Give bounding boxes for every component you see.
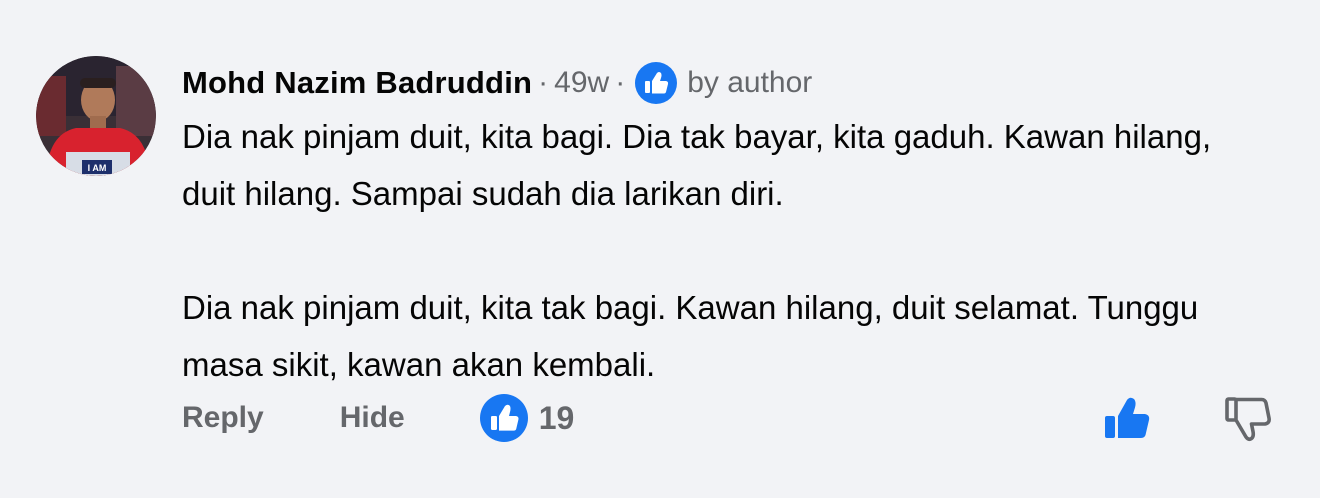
reply-button[interactable]: Reply [182, 401, 264, 435]
separator-dot: · [615, 66, 626, 99]
hide-button[interactable]: Hide [340, 401, 405, 435]
avatar-image: I AM [36, 56, 156, 176]
separator-dot: · [538, 66, 549, 99]
thumbs-down-icon[interactable] [1222, 392, 1276, 446]
author-name[interactable]: Mohd Nazim Badruddin [182, 65, 532, 101]
thumbs-up-icon[interactable] [1100, 392, 1154, 446]
comment-actions: Reply Hide 19 [182, 390, 574, 446]
comment: I AM Mohd Nazim Badruddin · 49w · by aut… [0, 0, 1320, 498]
avatar[interactable]: I AM [36, 56, 156, 176]
timestamp[interactable]: 49w [554, 66, 609, 100]
comment-header: Mohd Nazim Badruddin · 49w · by author [182, 58, 812, 108]
comment-body: Dia nak pinjam duit, kita bagi. Dia tak … [182, 108, 1242, 393]
reaction-count: 19 [538, 399, 575, 436]
reaction-summary[interactable]: 19 [479, 393, 575, 443]
avatar-banner-text: I AM [88, 163, 107, 173]
like-icon [635, 62, 678, 104]
like-reaction-icon [479, 394, 528, 442]
comment-paragraph: Dia nak pinjam duit, kita bagi. Dia tak … [182, 118, 1212, 212]
comment-paragraph: Dia nak pinjam duit, kita tak bagi. Kawa… [182, 289, 1199, 383]
liked-by-author-label: by author [687, 66, 813, 99]
